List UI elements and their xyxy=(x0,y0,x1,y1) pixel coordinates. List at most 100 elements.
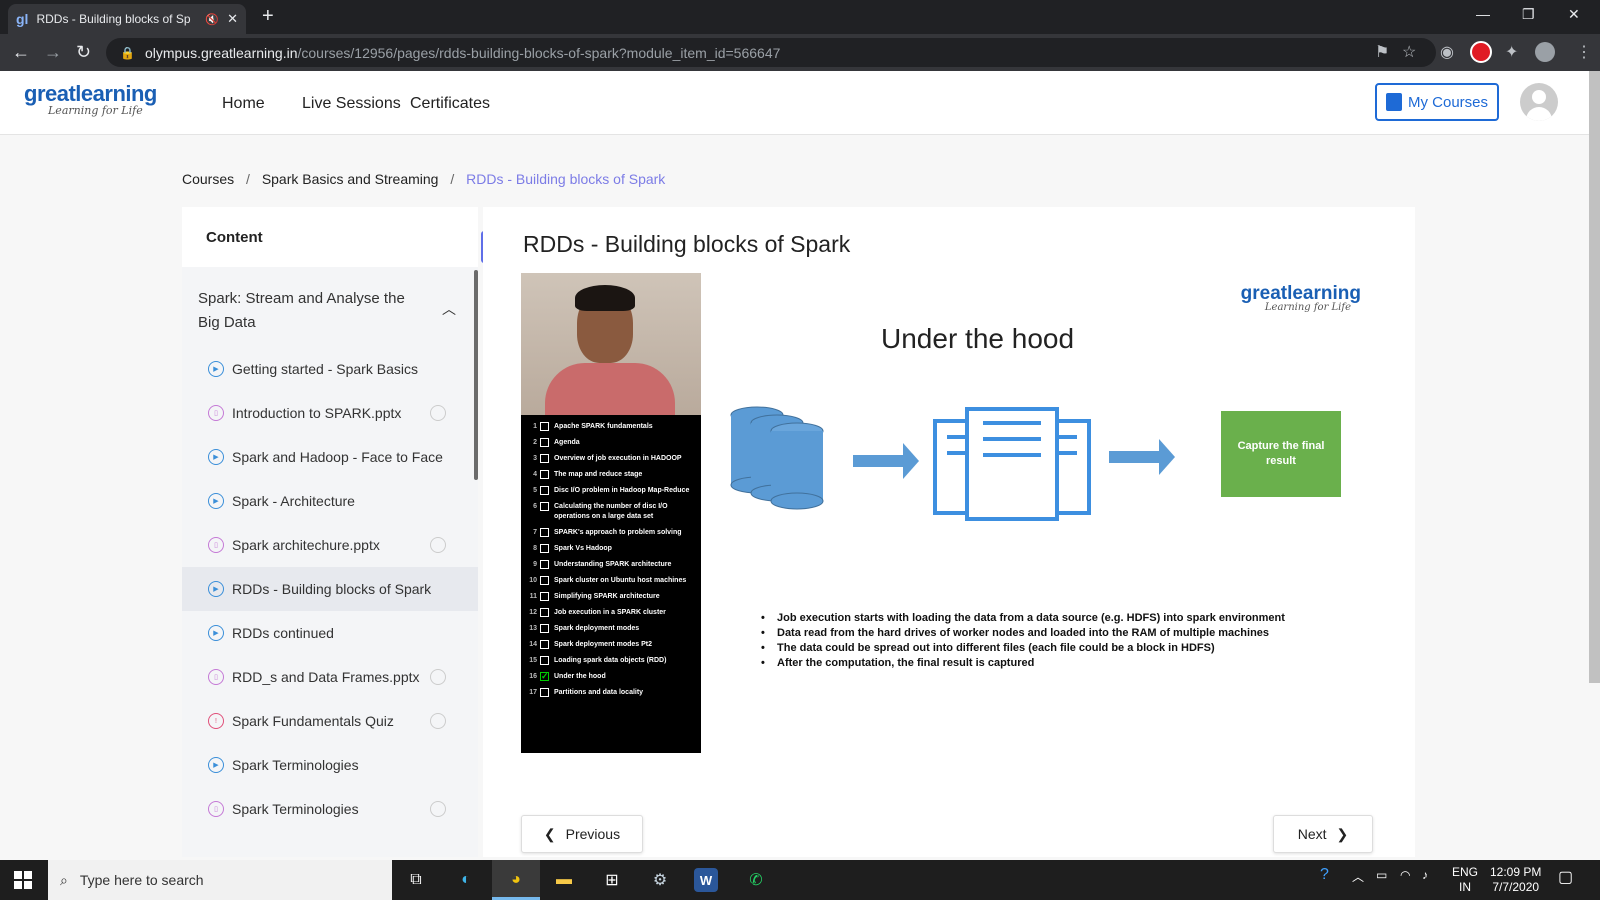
checkbox-icon xyxy=(540,608,549,617)
notifications-icon[interactable]: ▢ xyxy=(1558,867,1573,887)
previous-button[interactable]: ❮ Previous xyxy=(521,815,643,853)
forward-icon[interactable]: → xyxy=(44,42,62,63)
chrome-icon[interactable]: ◕ xyxy=(502,866,530,894)
toc-label: Understanding SPARK architecture xyxy=(554,561,672,568)
breadcrumb-current: RDDs - Building blocks of Spark xyxy=(466,171,666,187)
module-title: Spark: Stream and Analyse the Big Data xyxy=(198,290,405,331)
close-tab-icon[interactable]: ✕ xyxy=(227,11,238,27)
mute-icon[interactable]: 🔇 xyxy=(205,13,219,26)
checkbox-icon xyxy=(540,656,549,665)
profile-icon[interactable] xyxy=(1535,42,1555,62)
next-button[interactable]: Next ❯ xyxy=(1273,815,1373,853)
logo-tagline: Learning for Life xyxy=(48,104,143,117)
minimize-icon[interactable]: — xyxy=(1476,6,1490,22)
url-field[interactable]: 🔒 olympus.greatlearning.in /courses/1295… xyxy=(106,38,1436,67)
sidebar-scrollbar[interactable] xyxy=(474,270,478,480)
checkbox-icon xyxy=(540,624,549,633)
toc-row: 5 Disc I/O problem in Hadoop Map-Reduce xyxy=(521,483,701,499)
extension-icon[interactable]: ◉ xyxy=(1440,42,1454,62)
whatsapp-icon[interactable]: ✆ xyxy=(742,866,770,894)
store-icon[interactable]: ⊞ xyxy=(598,866,626,894)
toc-number: 5 xyxy=(533,487,537,494)
play-icon: ▶ xyxy=(208,625,224,641)
document-icon: ▯ xyxy=(208,669,224,685)
sidebar-item[interactable]: ▯ Spark Terminologies xyxy=(182,787,478,831)
toc-number: 4 xyxy=(533,471,537,478)
windows-start-icon[interactable] xyxy=(14,871,32,889)
language-indicator[interactable]: ENG IN xyxy=(1452,865,1478,895)
greatlearning-logo[interactable]: greatlearning Learning for Life xyxy=(24,81,157,117)
sidebar-item[interactable]: ▯ Spark architechure.pptx xyxy=(182,523,478,567)
taskbar-clock[interactable]: 12:09 PM 7/7/2020 xyxy=(1490,865,1541,895)
module-items: ▶ Getting started - Spark Basics ▯ Introduc… xyxy=(182,347,478,831)
breadcrumb-courses[interactable]: Courses xyxy=(182,171,234,187)
clock-date: 7/7/2020 xyxy=(1492,880,1540,894)
window-close-icon[interactable]: ✕ xyxy=(1568,6,1580,23)
edge-icon[interactable]: ◐ xyxy=(452,866,480,894)
steam-icon[interactable]: ⚙ xyxy=(646,866,674,894)
module-header[interactable]: Spark: Stream and Analyse the Big Data ︿ xyxy=(182,267,478,347)
new-tab-button[interactable]: + xyxy=(262,5,274,28)
nav-home[interactable]: Home xyxy=(222,95,265,113)
sidebar-item[interactable]: ▶ Spark and Hadoop - Face to Face xyxy=(182,435,478,479)
nav-live-sessions[interactable]: Live Sessions xyxy=(302,95,401,113)
puzzle-icon[interactable]: ✦ xyxy=(1505,42,1518,62)
toc-label: Spark cluster on Ubuntu host machines xyxy=(554,577,687,584)
bookmark-star-icon[interactable]: ☆ xyxy=(1402,42,1416,62)
checkbox-icon xyxy=(540,422,549,431)
menu-icon[interactable]: ⋮ xyxy=(1576,42,1592,62)
toc-row: 1 Apache SPARK fundamentals xyxy=(521,419,701,435)
help-icon[interactable]: ? xyxy=(1320,866,1329,884)
nav-certificates[interactable]: Certificates xyxy=(410,95,490,113)
restore-icon[interactable]: ❐ xyxy=(1522,6,1535,23)
presenter-video[interactable]: 1 Apache SPARK fundamentals 2 Agenda 3 Overvi… xyxy=(521,273,701,753)
next-label: Next xyxy=(1297,826,1327,842)
url-host: olympus.greatlearning.in xyxy=(144,44,298,61)
sidebar-item[interactable]: ▯ Introduction to SPARK.pptx xyxy=(182,391,478,435)
reload-icon[interactable]: ↻ xyxy=(76,42,91,63)
toc-number: 17 xyxy=(529,689,537,696)
toc-row: 2 Agenda xyxy=(521,435,701,451)
sidebar-item[interactable]: ▶ Spark Terminologies xyxy=(182,743,478,787)
toc-row: 11 Simplifying SPARK architecture xyxy=(521,589,701,605)
sidebar-item[interactable]: ! Spark Fundamentals Quiz xyxy=(182,699,478,743)
address-bar-row: ← → ↻ 🔒 olympus.greatlearning.in /course… xyxy=(0,34,1600,71)
toc-number: 7 xyxy=(533,529,537,536)
tray-chevron-icon[interactable]: ︿ xyxy=(1352,868,1364,885)
sidebar-item[interactable]: ▶ RDDs continued xyxy=(182,611,478,655)
slide-logo: greatlearning Learning for Life xyxy=(1241,283,1361,313)
site-permission-icon[interactable]: ⚑ xyxy=(1375,42,1389,62)
toc-number: 13 xyxy=(529,625,537,632)
play-icon: ▶ xyxy=(208,493,224,509)
file-explorer-icon[interactable]: ▬ xyxy=(550,866,578,894)
sidebar-item-label: Spark - Architecture xyxy=(232,493,355,509)
record-extension-icon[interactable] xyxy=(1470,41,1492,63)
toc-label: Simplifying SPARK architecture xyxy=(554,593,660,600)
taskbar-search[interactable]: ⌕ Type here to search xyxy=(48,860,392,900)
sidebar-item[interactable]: ▶ Getting started - Spark Basics xyxy=(182,347,478,391)
chevron-up-icon[interactable]: ︿ xyxy=(442,297,456,321)
word-icon[interactable]: W xyxy=(694,868,718,892)
volume-icon[interactable]: ♪ xyxy=(1422,868,1428,882)
task-view-icon[interactable]: ⧉ xyxy=(402,866,430,894)
avatar[interactable] xyxy=(1520,83,1558,121)
my-courses-button[interactable]: My Courses xyxy=(1375,83,1499,121)
windows-taskbar: ⌕ Type here to search ⧉ ◐ ◕ ▬ ⊞ ⚙ W ✆ ? … xyxy=(0,860,1600,900)
toc-label: Calculating the number of disc I/O opera… xyxy=(554,503,668,520)
my-courses-label: My Courses xyxy=(1407,93,1489,111)
toc-number: 12 xyxy=(529,609,537,616)
toc-label: Overview of job execution in HADOOP xyxy=(554,455,682,462)
video-slide[interactable]: 1 Apache SPARK fundamentals 2 Agenda 3 Overvi… xyxy=(521,273,1361,755)
browser-tab[interactable]: gl RDDs - Building blocks of Sp 🔇 ✕ xyxy=(8,4,246,34)
sidebar-item[interactable]: ▯ RDD_s and Data Frames.pptx xyxy=(182,655,478,699)
toc-number: 14 xyxy=(529,641,537,648)
breadcrumb-separator: / xyxy=(246,171,250,187)
wifi-icon[interactable]: ◠ xyxy=(1400,868,1410,882)
toc-label: Disc I/O problem in Hadoop Map-Reduce xyxy=(554,487,690,494)
back-icon[interactable]: ← xyxy=(12,42,30,63)
sidebar-item[interactable]: ▶ RDDs - Building blocks of Spark xyxy=(182,567,478,611)
page-scrollbar[interactable] xyxy=(1589,71,1600,683)
sidebar-item[interactable]: ▶ Spark - Architecture xyxy=(182,479,478,523)
breadcrumb-module[interactable]: Spark Basics and Streaming xyxy=(262,171,439,187)
toc-row: 14 Spark deployment modes Pt2 xyxy=(521,637,701,653)
